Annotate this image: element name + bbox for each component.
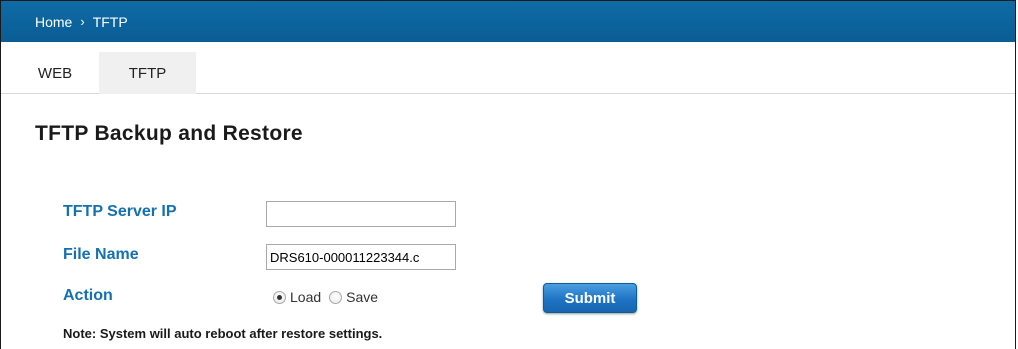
tab-web[interactable]: WEB [11, 52, 99, 94]
breadcrumb-home-link[interactable]: Home [35, 14, 72, 30]
action-label: Action [63, 287, 113, 304]
breadcrumb-separator-icon: › [80, 14, 85, 29]
file-name-input[interactable] [266, 244, 456, 270]
submit-button[interactable]: Submit [543, 283, 637, 313]
page-title: TFTP Backup and Restore [35, 122, 303, 145]
tftp-server-ip-input[interactable] [266, 201, 456, 227]
action-radio-group: Load Save [273, 289, 386, 305]
breadcrumb-current: TFTP [92, 13, 128, 30]
tab-strip: WEB TFTP [1, 42, 1015, 94]
breadcrumb: Home › TFTP [1, 0, 1015, 42]
load-radio[interactable] [273, 290, 286, 304]
tab-tftp[interactable]: TFTP [99, 52, 196, 94]
tftp-server-ip-label: TFTP Server IP [63, 203, 177, 220]
file-name-label: File Name [63, 246, 139, 263]
save-radio-label[interactable]: Save [346, 289, 378, 305]
reboot-note: Note: System will auto reboot after rest… [63, 326, 383, 341]
save-radio[interactable] [329, 290, 343, 304]
page-frame: Home › TFTP WEB TFTP TFTP Backup and Res… [0, 0, 1016, 349]
load-radio-label[interactable]: Load [290, 289, 321, 305]
